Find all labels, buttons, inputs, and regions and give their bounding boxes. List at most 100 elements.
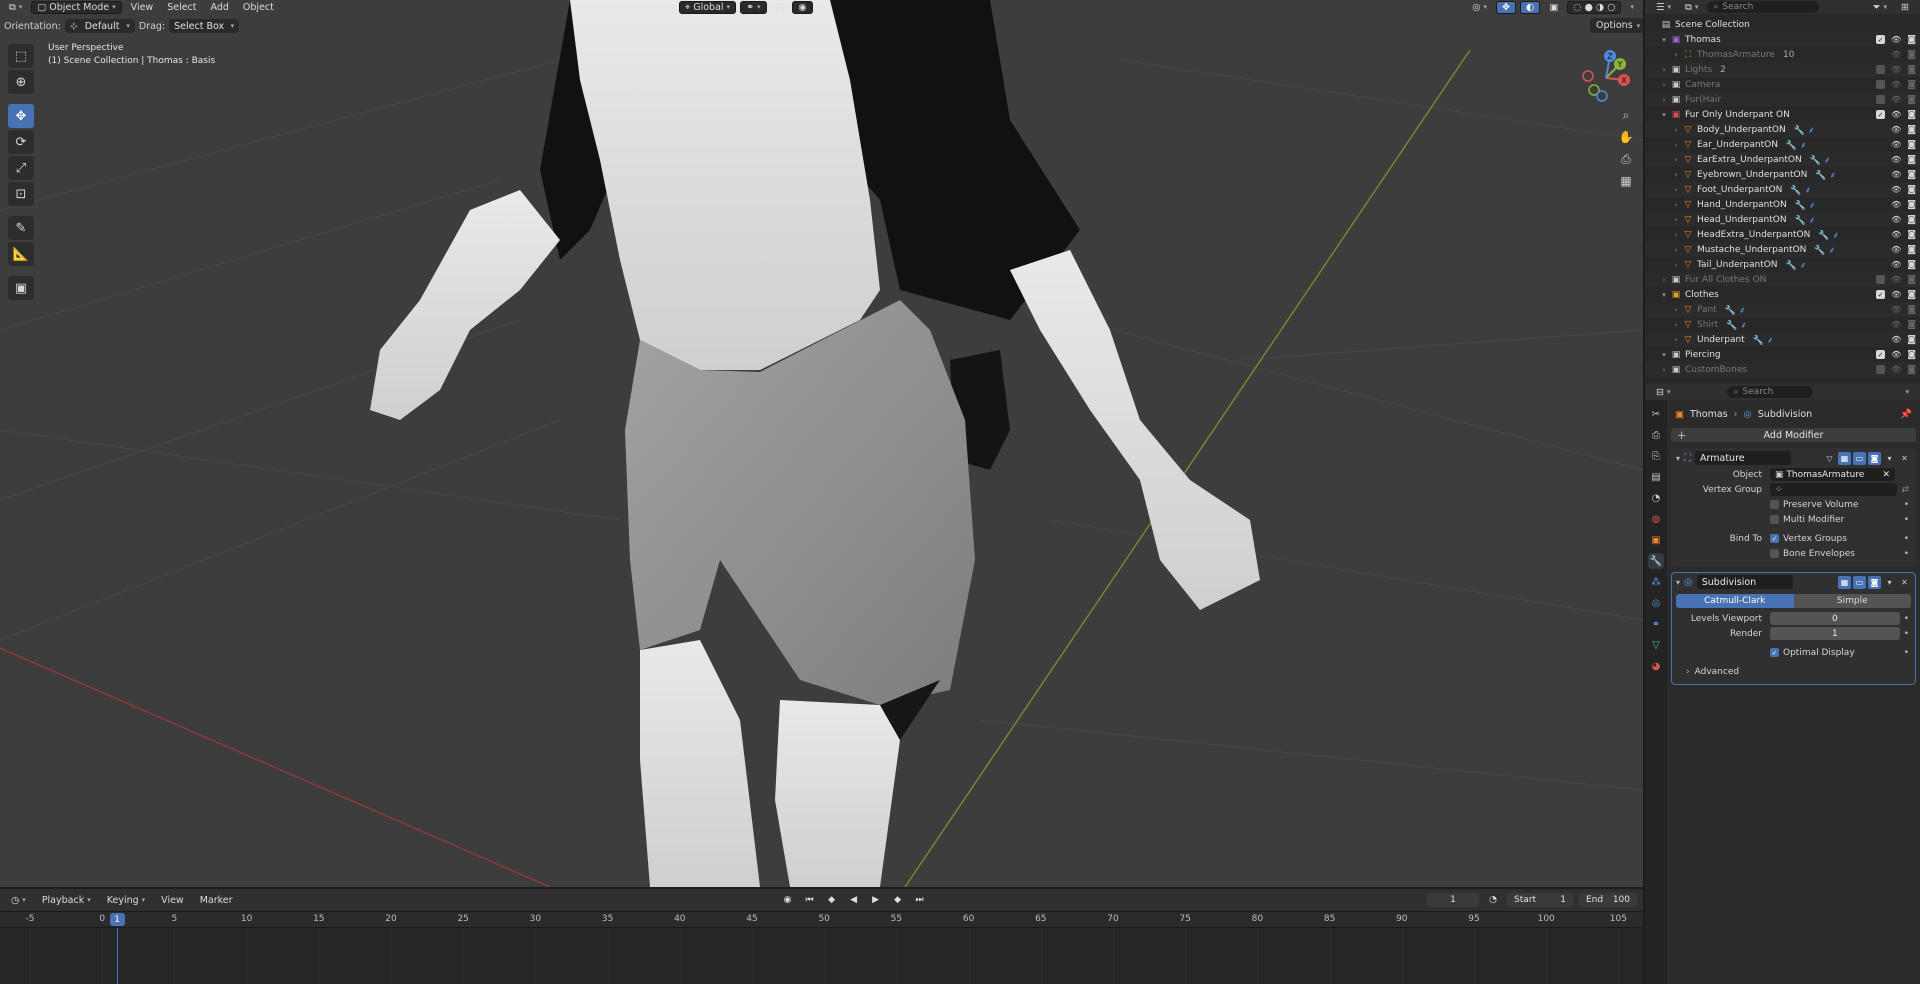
cage-toggle[interactable]: ▦ xyxy=(1838,451,1851,465)
outliner-row[interactable]: › ▣ Camera 👁 ◙ xyxy=(1645,77,1920,92)
render-visibility-icon[interactable]: ◙ xyxy=(1907,260,1916,270)
keyframe-dot[interactable]: • xyxy=(1904,549,1909,559)
mode-dropdown[interactable]: ▢ Object Mode ▾ xyxy=(31,0,122,14)
eye-icon[interactable]: 👁 xyxy=(1891,320,1901,329)
outliner-row[interactable]: › ▣ CustomBones 👁 ◙ xyxy=(1645,362,1920,377)
bone-envelopes-row[interactable]: Bone Envelopes • xyxy=(1672,546,1915,561)
keyframe-dot[interactable]: • xyxy=(1904,614,1909,624)
render-visibility-icon[interactable]: ◙ xyxy=(1907,95,1916,105)
eye-icon[interactable]: 👁 xyxy=(1891,170,1901,179)
new-collection-button[interactable]: ⊞ xyxy=(1896,1,1914,14)
scale-tool[interactable]: ⤢ xyxy=(8,156,34,180)
tab-object[interactable]: ▣ xyxy=(1648,532,1664,548)
timeline[interactable]: ◷ ▾ Playback ▾ Keying ▾ View Marker ◉ ⏮ ◆ ◀… xyxy=(0,889,1643,984)
expand-arrow-icon[interactable]: › xyxy=(1671,231,1681,239)
tab-scene[interactable]: ◔ xyxy=(1648,490,1664,506)
edit-mode-toggle[interactable]: ▽ xyxy=(1823,452,1836,465)
outliner-row[interactable]: › ▽ Pant 🔧 ⸙ 👁 ◙ xyxy=(1645,302,1920,317)
clear-icon[interactable]: ✕ xyxy=(1882,470,1890,480)
eye-icon[interactable]: 👁 xyxy=(1891,215,1901,224)
current-frame-field[interactable]: 1 xyxy=(1427,893,1479,907)
visibility-dropdown[interactable]: ◎ ▾ xyxy=(1467,1,1492,14)
menu-select[interactable]: Select xyxy=(162,1,201,14)
bone-envelopes-checkbox[interactable] xyxy=(1770,549,1779,558)
eye-icon[interactable]: 👁 xyxy=(1891,365,1901,374)
render-visibility-icon[interactable]: ◙ xyxy=(1907,275,1916,285)
pivot-dropdown[interactable]: ⚭ ▾ xyxy=(740,0,767,14)
outliner-row[interactable]: › ▽ EarExtra_UnderpantON 🔧 ⸙ 👁 ◙ xyxy=(1645,152,1920,167)
timeline-ruler[interactable]: -5 0 5 10 15 20 25 30 35 40 45 50 55 60 65 70 75 80 85 90 95… xyxy=(0,912,1643,928)
advanced-subpanel-header[interactable]: › Advanced xyxy=(1672,664,1915,680)
collapse-chevron-icon[interactable]: ▾ xyxy=(1676,578,1680,587)
expand-arrow-icon[interactable]: ▾ xyxy=(1659,111,1669,119)
render-visibility-icon[interactable]: ◙ xyxy=(1907,65,1916,75)
expand-arrow-icon[interactable]: › xyxy=(1671,336,1681,344)
eye-icon[interactable]: 👁 xyxy=(1891,110,1901,119)
eye-icon[interactable]: 👁 xyxy=(1891,65,1901,74)
render-visibility-icon[interactable]: ◙ xyxy=(1907,80,1916,90)
outliner-row[interactable]: › ⛶ ThomasArmature 10 👁 ◙ xyxy=(1645,47,1920,62)
overlays-toggle[interactable]: ◐ xyxy=(1520,0,1541,14)
vertex-groups-checkbox[interactable]: ✓ xyxy=(1770,534,1779,543)
exclude-checkbox[interactable] xyxy=(1876,65,1886,74)
outliner-row[interactable]: › ▽ Underpant 🔧 ⸙ 👁 ◙ xyxy=(1645,332,1920,347)
render-visibility-icon[interactable]: ◙ xyxy=(1907,170,1916,180)
play-button[interactable]: ▶ xyxy=(868,893,884,907)
outliner-row[interactable]: › ▽ Mustache_UnderpantON 🔧 ⸙ 👁 ◙ xyxy=(1645,242,1920,257)
render-visibility-icon[interactable]: ◙ xyxy=(1907,155,1916,165)
expand-arrow-icon[interactable]: › xyxy=(1659,66,1669,74)
expand-arrow-icon[interactable]: › xyxy=(1671,306,1681,314)
expand-arrow-icon[interactable]: › xyxy=(1671,51,1681,59)
jump-start-button[interactable]: ⏮ xyxy=(802,893,818,907)
expand-arrow-icon[interactable]: › xyxy=(1671,126,1681,134)
cursor-tool[interactable]: ⊕ xyxy=(8,70,34,94)
render-visibility-icon[interactable]: ◙ xyxy=(1907,200,1916,210)
modifier-indicator-icon[interactable]: 🔧 ⸙ xyxy=(1786,258,1807,271)
pin-icon[interactable]: 📌 xyxy=(1900,409,1912,420)
expand-arrow-icon[interactable]: › xyxy=(1671,156,1681,164)
outliner-editor-button[interactable]: ☰ ▾ xyxy=(1651,1,1676,14)
keyframe-dot[interactable]: • xyxy=(1904,648,1909,658)
render-visibility-icon[interactable]: ◙ xyxy=(1907,50,1916,60)
multi-modifier-row[interactable]: Multi Modifier • xyxy=(1672,512,1915,527)
modifier-indicator-icon[interactable]: 🔧 ⸙ xyxy=(1810,153,1831,166)
render-visibility-icon[interactable]: ◙ xyxy=(1907,35,1916,45)
expand-arrow-icon[interactable]: › xyxy=(1659,81,1669,89)
render-levels-field[interactable]: 1 xyxy=(1770,627,1900,640)
orientation-dropdown[interactable]: ⊹ Default ▾ xyxy=(64,19,135,33)
jump-end-button[interactable]: ⏭ xyxy=(912,893,928,907)
menu-keying[interactable]: Keying ▾ xyxy=(102,894,150,907)
keyframe-dot[interactable]: • xyxy=(1904,534,1909,544)
render-visibility-icon[interactable]: ◙ xyxy=(1907,230,1916,240)
play-reverse-button[interactable]: ◀ xyxy=(846,893,862,907)
exclude-checkbox[interactable] xyxy=(1876,95,1886,104)
exclude-checkbox[interactable] xyxy=(1876,365,1886,374)
annotate-tool[interactable]: ✎ xyxy=(8,216,34,240)
eye-icon[interactable]: 👁 xyxy=(1891,155,1901,164)
outliner-row[interactable]: › ▽ Tail_UnderpantON 🔧 ⸙ 👁 ◙ xyxy=(1645,257,1920,272)
eye-icon[interactable]: 👁 xyxy=(1891,185,1901,194)
next-key-button[interactable]: ◆ xyxy=(890,893,906,907)
outliner-row[interactable]: › ▣ Fur All Clothes ON 👁 ◙ xyxy=(1645,272,1920,287)
catmull-clark-button[interactable]: Catmull-Clark xyxy=(1676,594,1794,608)
eye-icon[interactable]: 👁 xyxy=(1891,230,1901,239)
outliner-row[interactable]: › ▽ HeadExtra_UnderpantON 🔧 ⸙ 👁 ◙ xyxy=(1645,227,1920,242)
outliner-row[interactable]: ▾ ▣ Clothes ✓ 👁 ◙ xyxy=(1645,287,1920,302)
expand-arrow-icon[interactable]: › xyxy=(1671,201,1681,209)
options-dropdown[interactable]: Options ▾ xyxy=(1590,18,1643,33)
invert-toggle[interactable]: ⇄ xyxy=(1901,485,1909,495)
eye-icon[interactable]: 👁 xyxy=(1891,305,1901,314)
drag-dropdown[interactable]: Select Box ▾ xyxy=(169,19,240,33)
exclude-checkbox[interactable]: ✓ xyxy=(1876,110,1886,119)
playhead-line[interactable] xyxy=(116,928,118,984)
collapse-chevron-icon[interactable]: ▾ xyxy=(1676,454,1680,463)
render-visibility-icon[interactable]: ◙ xyxy=(1907,140,1916,150)
render-visibility-icon[interactable]: ◙ xyxy=(1907,185,1916,195)
modifier-indicator-icon[interactable]: 🔧 ⸙ xyxy=(1815,168,1836,181)
expand-arrow-icon[interactable]: › xyxy=(1659,366,1669,374)
tab-render[interactable]: ⎙ xyxy=(1648,427,1664,443)
add-cube-tool[interactable]: ▣ xyxy=(8,276,34,300)
preview-range-button[interactable]: ◔ xyxy=(1485,893,1501,907)
tab-material[interactable]: ◕ xyxy=(1648,658,1664,674)
outliner-row[interactable]: ▾ ▣ Fur Only Underpant ON ✓ 👁 ◙ xyxy=(1645,107,1920,122)
